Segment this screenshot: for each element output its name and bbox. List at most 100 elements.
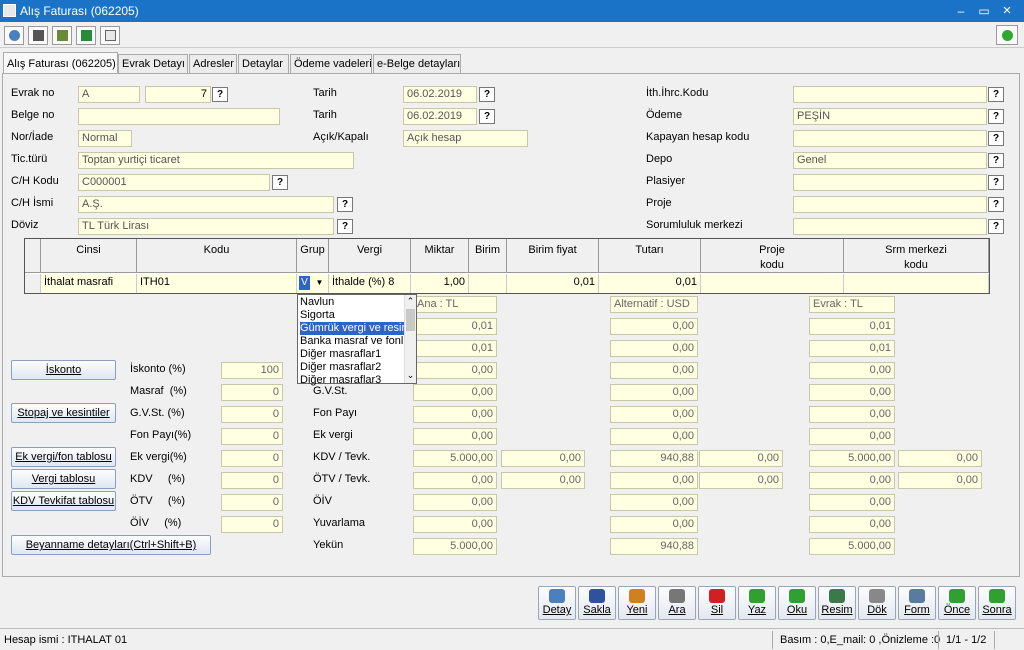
dropdown-option[interactable]: Diğer masraflar1: [300, 348, 404, 361]
column-header-srm-merkezi-kodu[interactable]: Srm merkezi kodu: [844, 239, 989, 273]
form-button[interactable]: Form: [898, 586, 936, 620]
column-header-birim[interactable]: Birim: [469, 239, 507, 273]
sakla-button[interactable]: Sakla: [578, 586, 616, 620]
cell-miktar[interactable]: 1,00: [411, 274, 469, 293]
tarih2-lookup-button[interactable]: ?: [479, 109, 495, 124]
cell-birim-fiyat[interactable]: 0,01: [507, 274, 599, 293]
ith-ihr-kodu-lookup-button[interactable]: ?: [988, 87, 1004, 102]
rate-field[interactable]: 0: [221, 428, 283, 445]
dropdown-scrollbar[interactable]: ⌃ ⌄: [404, 295, 416, 383]
ch-ismi-lookup-button[interactable]: ?: [337, 197, 353, 212]
tab-alis-faturasi[interactable]: Alış Faturası (062205): [3, 52, 118, 74]
beyanname-detaylari-button[interactable]: Beyanname detayları(Ctrl+Shift+B): [11, 535, 211, 555]
rate-field[interactable]: 0: [221, 494, 283, 511]
belge-no-field[interactable]: [78, 108, 280, 125]
doviz-field[interactable]: TL Türk Lirası: [78, 218, 334, 235]
close-button[interactable]: ×: [998, 2, 1016, 20]
print-button[interactable]: [28, 26, 48, 45]
tab-evrak-detayi[interactable]: Evrak Detayı: [118, 54, 188, 73]
acik-kapali-field[interactable]: Açık hesap: [403, 130, 528, 147]
ara-button[interactable]: Ara: [658, 586, 696, 620]
help-button[interactable]: [100, 26, 120, 45]
settings-button[interactable]: [4, 26, 24, 45]
column-header-tutari[interactable]: Tutarı: [599, 239, 701, 273]
doviz-lookup-button[interactable]: ?: [337, 219, 353, 234]
proje-field[interactable]: [793, 196, 987, 213]
rate-field[interactable]: 0: [221, 384, 283, 401]
iskonto-button[interactable]: İskonto: [11, 360, 116, 380]
status-button[interactable]: [996, 25, 1018, 45]
dropdown-option[interactable]: Navlun: [300, 296, 404, 309]
column-header-cinsi[interactable]: Cinsi: [41, 239, 137, 273]
restore-button[interactable]: ▭: [975, 2, 993, 20]
proje-lookup-button[interactable]: ?: [988, 197, 1004, 212]
column-header-proje-kodu[interactable]: Proje kodu: [701, 239, 844, 273]
tab-e-belge-detaylari[interactable]: e-Belge detayları: [373, 54, 461, 73]
depo-field[interactable]: Genel: [793, 152, 987, 169]
stopaj-kesintiler-button[interactable]: Stopaj ve kesintiler: [11, 403, 116, 423]
column-header-birim-fiyat[interactable]: Birim fiyat: [507, 239, 599, 273]
excel-button[interactable]: [76, 26, 96, 45]
odeme-lookup-button[interactable]: ?: [988, 109, 1004, 124]
oku-button[interactable]: Oku: [778, 586, 816, 620]
row-indicator[interactable]: [25, 274, 41, 293]
sorumluluk-merkezi-lookup-button[interactable]: ?: [988, 219, 1004, 234]
dropdown-option[interactable]: Sigorta: [300, 309, 404, 322]
detay-button[interactable]: Detay: [538, 586, 576, 620]
kapayan-hesap-field[interactable]: [793, 130, 987, 147]
column-header-miktar[interactable]: Miktar: [411, 239, 469, 273]
cell-birim[interactable]: [469, 274, 507, 293]
dropdown-option[interactable]: Diğer masraflar3: [300, 374, 404, 387]
ek-vergi-fon-tablosu-button[interactable]: Ek vergi/fon tablosu: [11, 447, 116, 467]
column-header-kodu[interactable]: Kodu: [137, 239, 297, 273]
ch-ismi-field[interactable]: A.Ş.: [78, 196, 334, 213]
evrak-no-lookup-button[interactable]: ?: [212, 87, 228, 102]
tab-detaylar[interactable]: Detaylar: [238, 54, 289, 73]
yaz-button[interactable]: Yaz: [738, 586, 776, 620]
evrak-no-series-field[interactable]: A: [78, 86, 140, 103]
dök-button[interactable]: Dök: [858, 586, 896, 620]
odeme-field[interactable]: PEŞİN: [793, 108, 987, 125]
yeni-button[interactable]: Yeni: [618, 586, 656, 620]
ch-kodu-lookup-button[interactable]: ?: [272, 175, 288, 190]
cell-srm-merkezi-kodu[interactable]: [844, 274, 989, 293]
kdv-tevkifat-tablosu-button[interactable]: KDV Tevkifat tablosu: [11, 491, 116, 511]
cell-cinsi[interactable]: İthalat masrafi: [41, 274, 137, 293]
tarih-lookup-button[interactable]: ?: [479, 87, 495, 102]
vergi-tablosu-button[interactable]: Vergi tablosu: [11, 469, 116, 489]
kapayan-hesap-lookup-button[interactable]: ?: [988, 131, 1004, 146]
column-header-grup[interactable]: Grup: [297, 239, 329, 273]
cell-grup[interactable]: V ▼: [297, 274, 329, 293]
grup-dropdown-list[interactable]: Navlun Sigorta Gümrük vergi ve resim Banka …: [297, 294, 417, 387]
user-button[interactable]: [52, 26, 72, 45]
dropdown-option[interactable]: Gümrük vergi ve resim: [300, 322, 404, 335]
sorumluluk-merkezi-field[interactable]: [793, 218, 987, 235]
cell-proje-kodu[interactable]: [701, 274, 844, 293]
rate-field[interactable]: 0: [221, 472, 283, 489]
tic-turu-field[interactable]: Toptan yurtiçi ticaret: [78, 152, 354, 169]
rate-field[interactable]: 100: [221, 362, 283, 379]
nor-iade-field[interactable]: Normal: [78, 130, 132, 147]
tab-odeme-vadeleri[interactable]: Ödeme vadeleri: [290, 54, 372, 73]
plasiyer-lookup-button[interactable]: ?: [988, 175, 1004, 190]
evrak-no-number-field[interactable]: 7: [145, 86, 211, 103]
dropdown-option[interactable]: Banka masraf ve fonl: [300, 335, 404, 348]
sonra-button[interactable]: Sonra: [978, 586, 1016, 620]
resim-button[interactable]: Resim: [818, 586, 856, 620]
rate-field[interactable]: 0: [221, 516, 283, 533]
rate-field[interactable]: 0: [221, 450, 283, 467]
tab-adresler[interactable]: Adresler: [189, 54, 237, 73]
chevron-down-icon[interactable]: ▼: [313, 276, 326, 290]
sil-button[interactable]: Sil: [698, 586, 736, 620]
rate-field[interactable]: 0: [221, 406, 283, 423]
minimize-button[interactable]: –: [952, 2, 970, 20]
cell-vergi[interactable]: İthalde (%) 8: [329, 274, 411, 293]
tarih-field[interactable]: 06.02.2019: [403, 86, 477, 103]
scrollbar-thumb[interactable]: [406, 309, 415, 331]
cell-tutari[interactable]: 0,01: [599, 274, 701, 293]
depo-lookup-button[interactable]: ?: [988, 153, 1004, 168]
ith-ihr-kodu-field[interactable]: [793, 86, 987, 103]
chevron-down-icon[interactable]: ⌄: [405, 370, 416, 381]
chevron-up-icon[interactable]: ⌃: [405, 296, 416, 307]
column-header-vergi[interactable]: Vergi: [329, 239, 411, 273]
